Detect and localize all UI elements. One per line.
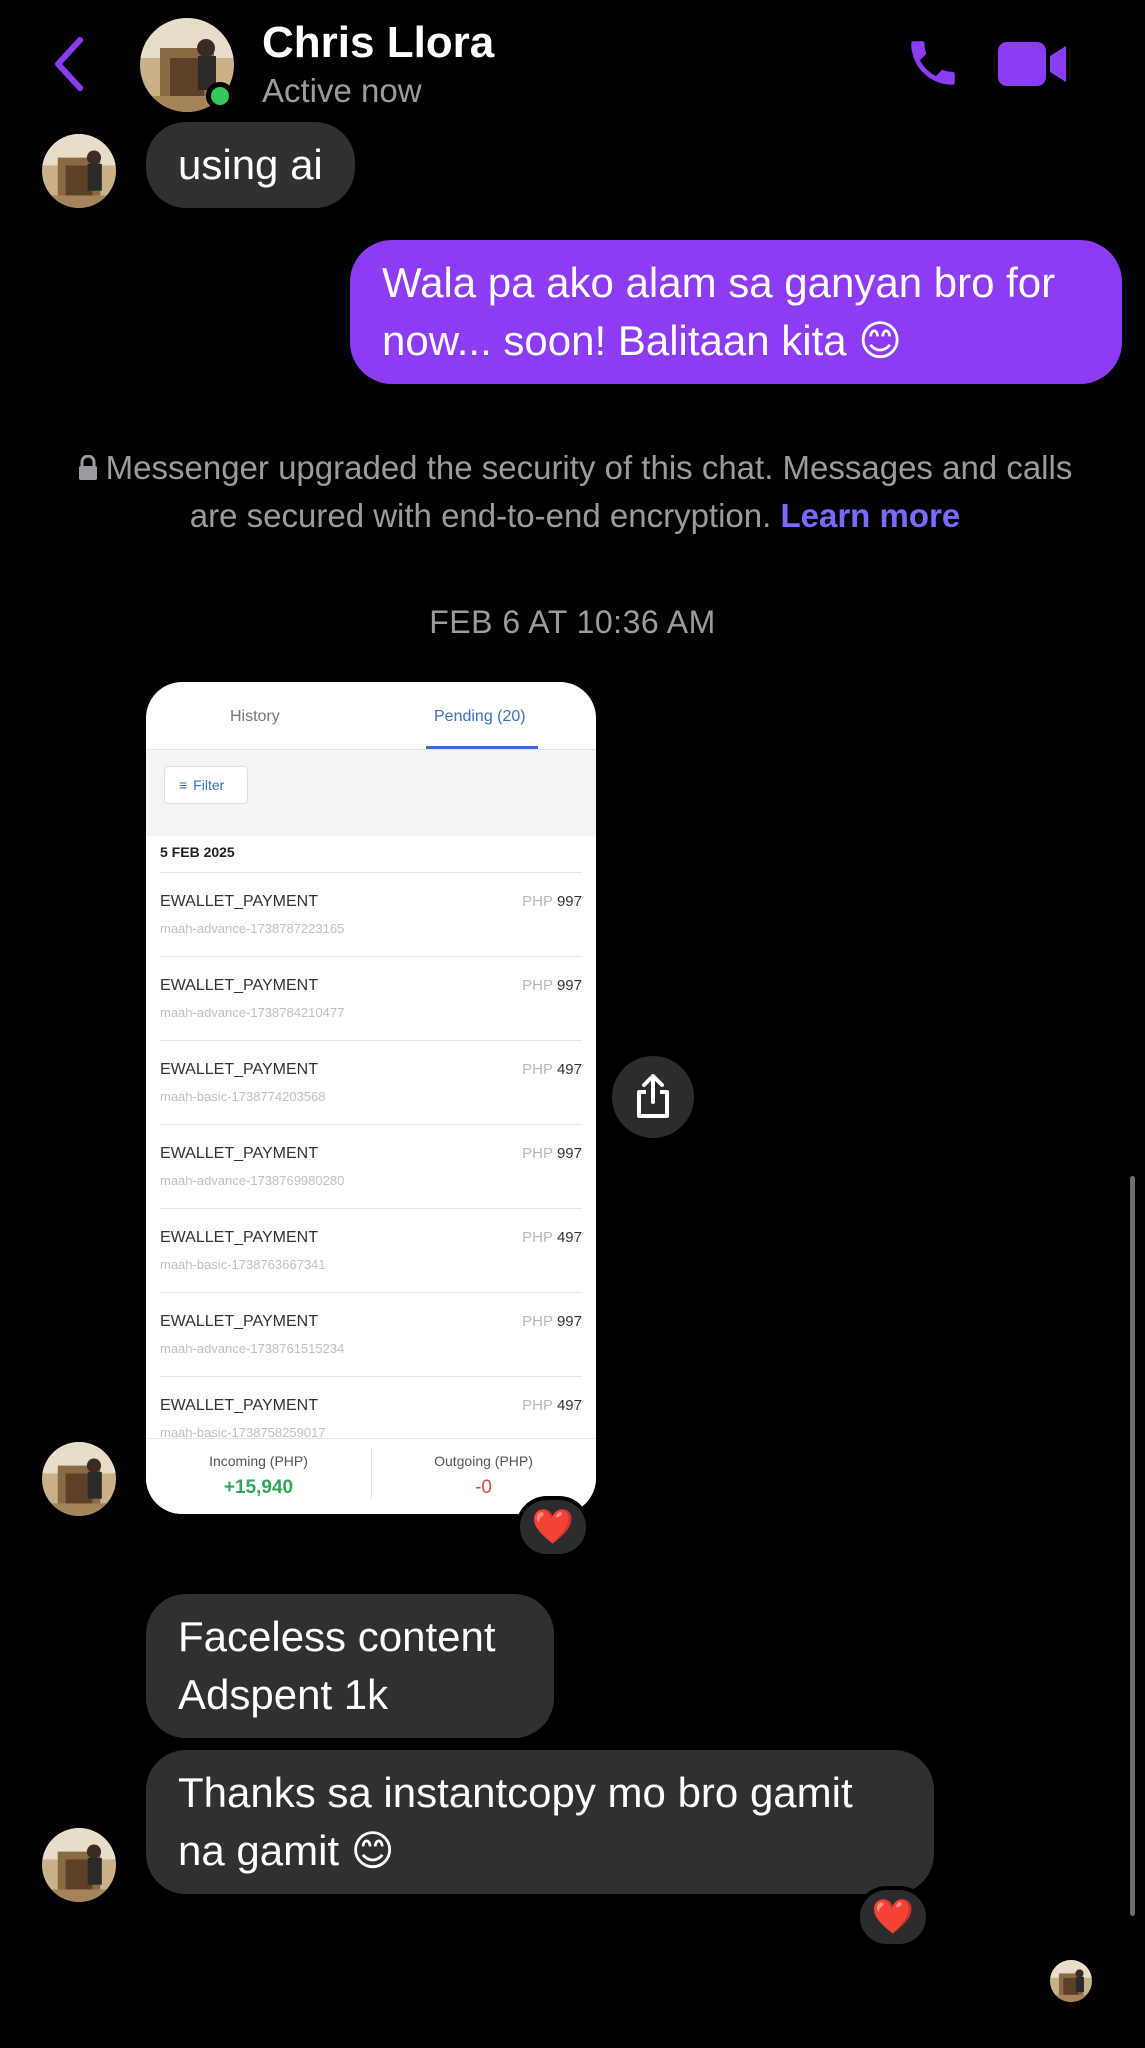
transaction-title: EWALLET_PAYMENT <box>160 893 318 910</box>
transaction-title: EWALLET_PAYMENT <box>160 1229 318 1246</box>
active-tab-indicator <box>426 746 538 749</box>
active-status: Active now <box>262 72 422 109</box>
chevron-left-icon <box>55 37 83 91</box>
phone-icon[interactable] <box>904 34 962 92</box>
transaction-row: EWALLET_PAYMENT maah-advance-17387699802… <box>160 1124 582 1208</box>
transaction-ref: maah-basic-1738774203568 <box>160 1089 326 1104</box>
contact-name[interactable]: Chris Llora <box>262 18 494 68</box>
transaction-row: EWALLET_PAYMENT maah-advance-17387872231… <box>160 872 582 956</box>
transaction-ref: maah-advance-1738769980280 <box>160 1173 345 1188</box>
learn-more-link[interactable]: Learn more <box>780 497 960 534</box>
share-icon <box>637 1074 669 1118</box>
message-bubble-outgoing[interactable]: Wala pa ako alam sa ganyan bro for now..… <box>350 240 1122 384</box>
back-button[interactable] <box>50 32 90 96</box>
read-receipt-avatar <box>1050 1960 1092 2002</box>
transaction-row: EWALLET_PAYMENT maah-basic-1738774203568… <box>160 1040 582 1124</box>
transaction-amount: PHP 997 <box>522 1313 582 1330</box>
outgoing-label: Outgoing (PHP) <box>434 1453 533 1469</box>
transaction-row: EWALLET_PAYMENT maah-advance-17387615152… <box>160 1292 582 1376</box>
transaction-row: EWALLET_PAYMENT maah-basic-1738763667341… <box>160 1208 582 1292</box>
filter-button: ≡ Filter <box>164 766 248 804</box>
transaction-ref: maah-basic-1738763667341 <box>160 1257 326 1272</box>
transaction-title: EWALLET_PAYMENT <box>160 977 318 994</box>
contact-avatar-small <box>42 134 116 208</box>
incoming-value: +15,940 <box>223 1477 294 1498</box>
transaction-ref: maah-advance-1738761515234 <box>160 1341 345 1356</box>
share-button[interactable] <box>612 1056 694 1138</box>
timestamp: FEB 6 AT 10:36 AM <box>429 604 716 640</box>
video-camera-icon[interactable] <box>998 40 1068 88</box>
chat-header: Chris Llora Active now <box>0 0 1145 120</box>
security-notice: Messenger upgraded the security of this … <box>60 444 1090 540</box>
filter-icon: ≡ <box>179 777 188 793</box>
transaction-title: EWALLET_PAYMENT <box>160 1061 318 1078</box>
message-bubble-incoming[interactable]: using ai <box>146 122 355 208</box>
filter-label: Filter <box>193 777 225 793</box>
contact-avatar-small <box>42 1828 116 1902</box>
transaction-amount: PHP 997 <box>522 893 582 910</box>
transaction-title: EWALLET_PAYMENT <box>160 1145 318 1162</box>
heart-reaction[interactable]: ❤️ <box>856 1886 930 1948</box>
message-bubble-incoming[interactable]: Thanks sa instantcopy mo bro gamit na ga… <box>146 1750 934 1894</box>
transaction-amount: PHP 497 <box>522 1229 582 1246</box>
transaction-amount: PHP 997 <box>522 977 582 994</box>
tab-history: History <box>230 708 280 725</box>
message-bubble-incoming[interactable]: Faceless content Adspent 1k <box>146 1594 554 1738</box>
transaction-row: EWALLET_PAYMENT maah-advance-17387842104… <box>160 956 582 1040</box>
lock-icon <box>78 446 98 480</box>
heart-reaction[interactable]: ❤️ <box>516 1496 590 1558</box>
contact-avatar-small <box>42 1442 116 1516</box>
transaction-amount: PHP 497 <box>522 1061 582 1078</box>
transaction-title: EWALLET_PAYMENT <box>160 1313 318 1330</box>
transaction-title: EWALLET_PAYMENT <box>160 1397 318 1414</box>
outgoing-total: Outgoing (PHP) -0 <box>371 1439 596 1499</box>
incoming-total: Incoming (PHP) +15,940 <box>146 1439 371 1499</box>
shared-image[interactable]: History Pending (20) ≡ Filter 5 FEB 2025 … <box>146 682 596 1514</box>
incoming-label: Incoming (PHP) <box>209 1453 308 1469</box>
online-indicator <box>206 82 234 110</box>
transaction-amount: PHP 997 <box>522 1145 582 1162</box>
date-heading: 5 FEB 2025 <box>160 844 235 860</box>
tab-bar: History Pending (20) <box>146 682 596 750</box>
transaction-ref: maah-advance-1738787223165 <box>160 921 345 936</box>
transaction-ref: maah-advance-1738784210477 <box>160 1005 345 1020</box>
scrollbar[interactable] <box>1130 1176 1135 1916</box>
tab-pending: Pending (20) <box>434 708 526 725</box>
transaction-amount: PHP 497 <box>522 1397 582 1414</box>
